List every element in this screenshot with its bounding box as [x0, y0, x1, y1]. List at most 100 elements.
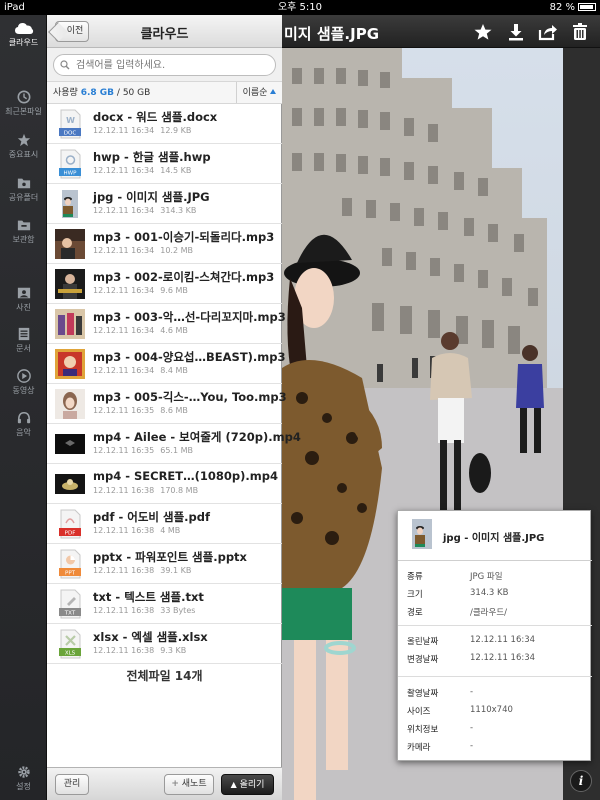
rail-item-starred[interactable]: 중요표시	[0, 133, 47, 160]
svg-text:TXT: TXT	[64, 611, 76, 617]
text-file-icon: TXT	[59, 589, 81, 619]
file-date: 12.12.11 16:34	[93, 246, 155, 255]
upload-button-label: 올리기	[239, 780, 265, 790]
info-section-basic: 종류 JPG 파일 크기 314.3 KB 경로/클라우드/	[398, 566, 592, 626]
file-meta: 12.12.11 16:35 8.6 MB	[93, 406, 188, 415]
file-date: 12.12.11 16:38	[93, 526, 155, 535]
rail-brand-label: 클라우드	[8, 38, 39, 47]
search-input[interactable]	[53, 54, 276, 76]
rail-item-label: 공유폴더	[8, 193, 39, 202]
star-icon	[17, 133, 30, 147]
pdf-file-icon: PDF	[59, 509, 81, 539]
svg-text:PPT: PPT	[65, 571, 76, 577]
album-art-thumbnail	[55, 389, 85, 419]
rail-brand-cloud[interactable]: 클라우드	[0, 21, 47, 48]
photo-icon	[17, 287, 30, 299]
list-item[interactable]: jpg - 이미지 샘플.JPG 12.12.11 16:34 314.3 KB	[47, 184, 282, 224]
album-art-thumbnail	[55, 309, 85, 339]
panel-header: 이전 클라우드	[47, 15, 282, 48]
list-item[interactable]: mp4 - Ailee - 보여줄게 (720p).mp4 12.12.11 1…	[47, 424, 301, 464]
list-item[interactable]: mp3 - 001-이승기-되돌리다.mp3 12.12.11 16:34 10.…	[47, 224, 282, 264]
file-date: 12.12.11 16:34	[93, 286, 155, 295]
file-info-popover: jpg - 이미지 샘플.JPG 종류 JPG 파일 크기 314.3 KB 경로 /…	[397, 510, 592, 761]
file-name: mp3 - 001-이승기-되돌리다.mp3	[93, 230, 275, 244]
rail-item-shared[interactable]: 공유폴더	[0, 176, 47, 203]
file-size: 39.1 KB	[160, 566, 192, 575]
plus-icon: +	[171, 779, 179, 789]
rail-item-label: 최근본파일	[5, 107, 42, 116]
file-name: jpg - 이미지 샘플.JPG	[93, 190, 210, 204]
cloud-icon	[14, 23, 33, 34]
list-item[interactable]: mp4 - SECRET…(1080p).mp4 12.12.11 16:38 1…	[47, 464, 282, 504]
file-date: 12.12.11 16:38	[93, 646, 155, 655]
list-item[interactable]: HWP hwp - 한글 샘플.hwp 12.12.11 16:34 14.5 K…	[47, 144, 282, 184]
upload-arrow-icon: ▲	[230, 780, 237, 789]
file-name: mp4 - SECRET…(1080p).mp4	[93, 469, 278, 483]
hwp-file-icon: HWP	[59, 149, 81, 179]
list-item[interactable]: XLS xlsx - 엑셀 샘플.xlsx 12.12.11 16:38 9.3 …	[47, 624, 282, 664]
list-item[interactable]: mp3 - 003-악…선-다리꼬지마.mp3 12.12.11 16:34 4.…	[47, 304, 286, 344]
rail-item-videos[interactable]: 동영상	[0, 369, 47, 396]
file-meta: 12.12.11 16:34 8.4 MB	[93, 366, 188, 375]
file-meta: 12.12.11 16:38 39.1 KB	[93, 566, 191, 575]
file-meta: 12.12.11 16:34 314.3 KB	[93, 206, 196, 215]
list-item[interactable]: PDF pdf - 어도비 샘플.pdf 12.12.11 16:38 4 MB	[47, 504, 282, 544]
rail-item-recent[interactable]: 최근본파일	[0, 90, 47, 117]
album-art-thumbnail	[55, 349, 85, 379]
list-item[interactable]: mp3 - 004-양요섭…BEAST).mp3 12.12.11 16:34 8…	[47, 344, 286, 384]
image-thumbnail	[62, 190, 78, 218]
file-meta: 12.12.11 16:38 9.3 KB	[93, 646, 186, 655]
video-icon	[16, 369, 31, 383]
rail-item-documents[interactable]: 문서	[0, 327, 47, 354]
info-row: 크기 314.3 KB	[407, 588, 509, 600]
ppt-file-icon: PPT	[59, 549, 81, 579]
usage-bar: 사용량 6.8 GB / 50 GB 이름순	[47, 82, 282, 104]
info-button[interactable]: i	[570, 770, 592, 792]
manage-button[interactable]: 관리	[55, 774, 89, 795]
file-name: hwp - 한글 샘플.hwp	[93, 150, 211, 164]
trash-icon[interactable]	[570, 22, 590, 42]
info-row: 올린날짜 12.12.11 16:34	[407, 635, 536, 647]
info-row: 경로/클라우드/	[407, 608, 508, 618]
rail-item-label: 설정	[16, 782, 31, 791]
total-files-count: 전체파일 14개	[126, 669, 203, 683]
list-item[interactable]: W DOC docx - 워드 샘플.docx 12.12.11 16:34 12.…	[47, 104, 282, 144]
rail-item-label: 문서	[16, 344, 31, 353]
document-icon	[18, 327, 29, 341]
file-date: 12.12.11 16:35	[93, 406, 155, 415]
share-icon[interactable]	[538, 22, 558, 42]
sort-button[interactable]: 이름순	[236, 82, 282, 103]
list-item[interactable]: TXT txt - 텍스트 샘플.txt 12.12.11 16:38 33 By…	[47, 584, 282, 624]
rail-item-archive[interactable]: 보관함	[0, 218, 47, 245]
usage-label: 사용량	[53, 88, 78, 98]
download-icon[interactable]	[506, 22, 526, 42]
gear-icon	[17, 766, 30, 778]
rail-item-music[interactable]: 음악	[0, 411, 47, 438]
album-art-thumbnail	[55, 269, 85, 299]
battery-percent: 82 %	[549, 2, 575, 13]
music-icon	[17, 411, 30, 424]
rail-item-label: 보관함	[12, 235, 35, 244]
info-section-photo: 촬영날짜 - 사이즈 1110x740 위치정보 - 카메라 -	[398, 683, 592, 759]
rail-item-photos[interactable]: 사진	[0, 286, 47, 313]
file-name: mp4 - Ailee - 보여줄게 (720p).mp4	[93, 430, 301, 444]
file-date: 12.12.11 16:38	[93, 486, 155, 495]
file-date: 12.12.11 16:38	[93, 566, 155, 575]
file-size: 9.6 MB	[160, 286, 188, 295]
recent-icon	[17, 90, 30, 104]
info-file-name: jpg - 이미지 샘플.JPG	[443, 533, 545, 544]
file-size: 8.6 MB	[160, 406, 188, 415]
list-item[interactable]: mp3 - 005-긱스-…You, Too.mp3 12.12.11 16:3…	[47, 384, 287, 424]
file-size: 9.3 KB	[160, 646, 187, 655]
list-item[interactable]: PPT pptx - 파워포인트 샘플.pptx 12.12.11 16:38 3…	[47, 544, 282, 584]
file-meta: 12.12.11 16:34 9.6 MB	[93, 286, 188, 295]
rail-item-settings[interactable]: 설정	[0, 765, 47, 792]
file-meta: 12.12.11 16:34 10.2 MB	[93, 246, 193, 255]
file-meta: 12.12.11 16:34 4.6 MB	[93, 326, 188, 335]
list-item[interactable]: mp3 - 002-로이킴-스쳐간다.mp3 12.12.11 16:34 9.6…	[47, 264, 282, 304]
file-name: mp3 - 004-양요섭…BEAST).mp3	[93, 350, 286, 364]
new-note-button[interactable]: + 새노트	[164, 774, 214, 795]
info-section-dates: 올린날짜 12.12.11 16:34 변경날짜 12.12.11 16:34	[398, 631, 592, 677]
upload-button[interactable]: ▲ 올리기	[221, 774, 274, 795]
star-icon[interactable]	[473, 22, 493, 42]
